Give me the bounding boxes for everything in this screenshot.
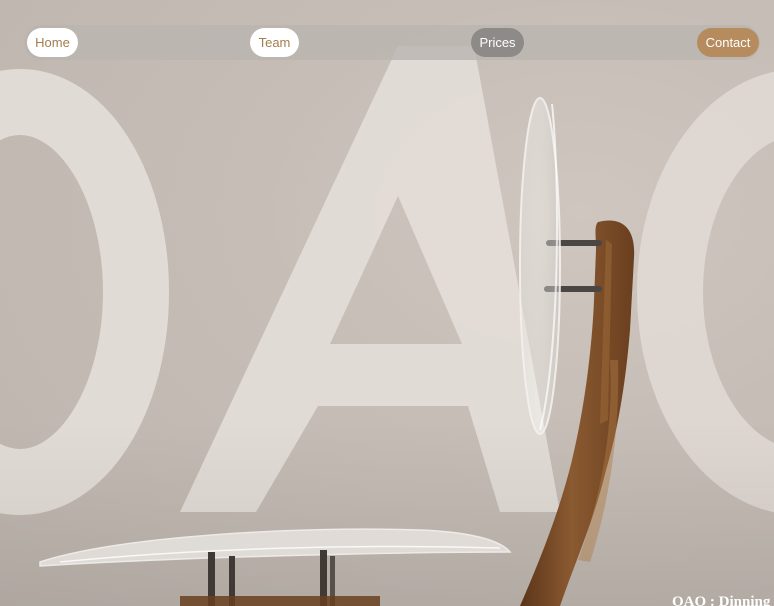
hero-caption: OAO : Dinning [672,594,771,606]
nav-home-button[interactable]: Home [27,28,78,57]
top-navigation-bar: Home Team Prices Contact [24,25,760,60]
nav-prices-button[interactable]: Prices [471,28,524,57]
hero-background-illustration [0,46,774,606]
nav-team-button[interactable]: Team [250,28,299,57]
glass-disc-back [519,97,561,435]
nav-contact-button[interactable]: Contact [697,28,759,57]
hero-section: Home Team Prices Contact OAO : Dinning [0,0,774,606]
